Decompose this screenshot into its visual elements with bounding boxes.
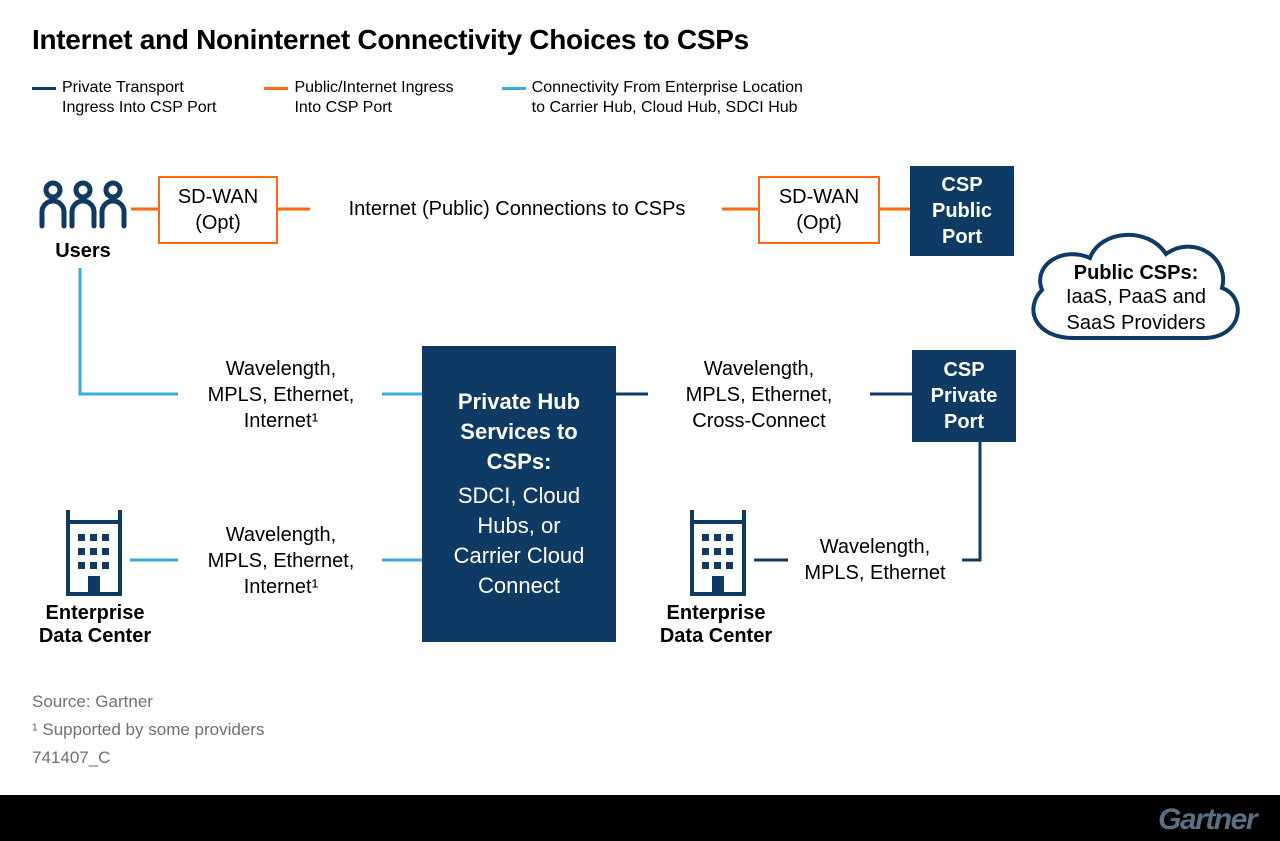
- users-label: Users: [40, 240, 126, 263]
- legend-swatch-lightblue: [502, 87, 526, 90]
- private-hub-box: Private Hub Services to CSPs: SDCI, Clou…: [422, 346, 616, 642]
- internet-public-label: Internet (Public) Connections to CSPs: [312, 196, 722, 222]
- private-hub-title: Private Hub Services to CSPs:: [458, 387, 580, 477]
- footer-bar: [0, 795, 1280, 841]
- diagram-stage: Internet and Noninternet Connectivity Ch…: [0, 0, 1280, 841]
- building-icon: [60, 508, 128, 603]
- private-hub-body: SDCI, Cloud Hubs, or Carrier Cloud Conne…: [454, 481, 585, 601]
- legend-swatch-navy: [32, 87, 56, 90]
- sdwan-box-left: SD-WAN (Opt): [158, 176, 278, 244]
- link-label-wl4: Wavelength, MPLS, Ethernet: [788, 534, 962, 586]
- legend-label: Private Transport Ingress Into CSP Port: [62, 78, 216, 118]
- link-label-wl3: Wavelength, MPLS, Ethernet, Cross-Connec…: [648, 356, 870, 434]
- csp-public-port-box: CSP Public Port: [910, 166, 1014, 256]
- legend-item-connectivity: Connectivity From Enterprise Location to…: [502, 78, 803, 118]
- brand-logo: Gartner: [1158, 803, 1256, 837]
- building-icon: [684, 508, 752, 603]
- footnote-1: ¹ Supported by some providers: [32, 720, 264, 740]
- source-label: Source: Gartner: [32, 692, 153, 712]
- legend: Private Transport Ingress Into CSP Port …: [32, 78, 803, 118]
- legend-label: Connectivity From Enterprise Location to…: [532, 78, 803, 118]
- legend-item-private: Private Transport Ingress Into CSP Port: [32, 78, 216, 118]
- edc-label-left: Enterprise Data Center: [20, 602, 170, 648]
- cloud-title: Public CSPs:: [1046, 260, 1226, 286]
- diagram-title: Internet and Noninternet Connectivity Ch…: [32, 24, 749, 56]
- csp-private-port-box: CSP Private Port: [912, 350, 1016, 442]
- figure-id: 741407_C: [32, 748, 110, 768]
- legend-label: Public/Internet Ingress Into CSP Port: [294, 78, 453, 118]
- legend-item-public: Public/Internet Ingress Into CSP Port: [264, 78, 453, 118]
- edc-label-right: Enterprise Data Center: [636, 602, 796, 648]
- cloud-body: IaaS, PaaS and SaaS Providers: [1040, 284, 1232, 336]
- link-label-wl2: Wavelength, MPLS, Ethernet, Internet¹: [178, 522, 384, 600]
- sdwan-box-right: SD-WAN (Opt): [758, 176, 880, 244]
- link-label-wl1: Wavelength, MPLS, Ethernet, Internet¹: [178, 356, 384, 434]
- legend-swatch-orange: [264, 87, 288, 90]
- users-icon: [34, 178, 132, 241]
